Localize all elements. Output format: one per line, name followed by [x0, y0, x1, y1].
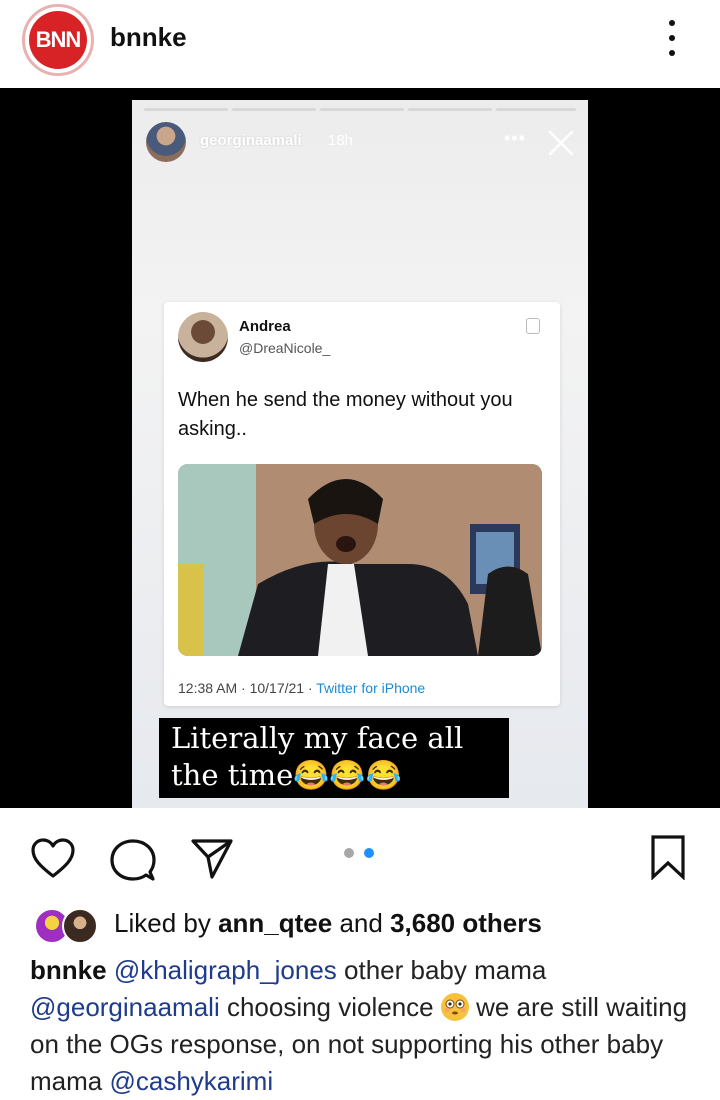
flushed-face-emoji	[440, 993, 469, 1021]
caption-text: choosing violence	[219, 992, 441, 1022]
story-avatar	[146, 122, 186, 162]
tweet-timestamp: 12:38 AM · 10/17/21 ·	[178, 680, 317, 696]
tweet-card: Andrea @DreaNicole_ When he send the mon…	[164, 302, 560, 706]
tweet-author-name: Andrea	[239, 318, 291, 335]
tweet-text: When he send the money without you askin…	[178, 389, 513, 440]
profile-avatar[interactable]: BNN	[22, 4, 94, 76]
story-screenshot: georginaamali 18h ••• Andrea @DreaNicole…	[132, 100, 588, 808]
tweet-image	[178, 464, 542, 656]
mention-link[interactable]: @georginaamali	[30, 992, 220, 1022]
copy-icon	[526, 318, 540, 334]
post-media[interactable]: georginaamali 18h ••• Andrea @DreaNicole…	[0, 88, 720, 808]
tweet-avatar	[178, 312, 228, 362]
story-more-icon: •••	[504, 128, 526, 148]
tweet-source: Twitter for iPhone	[316, 680, 426, 696]
likes-middle: and	[332, 908, 391, 938]
likes-text[interactable]: Liked by ann_qtee and 3,680 others	[114, 908, 542, 939]
story-username: georginaamali	[200, 132, 302, 149]
action-bar	[0, 808, 720, 900]
story-time: 18h	[328, 132, 354, 149]
carousel-indicator	[344, 848, 378, 860]
post-username[interactable]: bnnke	[110, 22, 187, 53]
caption-username[interactable]: bnnke	[30, 955, 107, 985]
story-progress-bars	[144, 108, 576, 111]
liker-avatar	[62, 908, 98, 944]
close-icon	[548, 130, 574, 156]
comment-icon[interactable]	[110, 838, 156, 882]
post-caption: bnnke @khaligraph_jones other baby mama …	[30, 952, 700, 1100]
tweet-author-handle: @DreaNicole_	[239, 340, 331, 356]
likes-row[interactable]: Liked by ann_qtee and 3,680 others	[0, 900, 720, 948]
post-header: BNN bnnke	[0, 0, 720, 88]
caption-text: other baby mama	[336, 955, 547, 985]
likes-prefix: Liked by	[114, 908, 219, 938]
likes-count[interactable]: 3,680 others	[390, 908, 542, 938]
carousel-dot	[344, 848, 354, 858]
share-icon[interactable]	[190, 838, 234, 880]
liker-username[interactable]: ann_qtee	[218, 908, 332, 938]
tweet-meta: 12:38 AM · 10/17/21 · Twitter for iPhone	[178, 680, 425, 696]
mention-link[interactable]: @khaligraph_jones	[114, 955, 337, 985]
bookmark-icon[interactable]	[650, 834, 686, 880]
more-vert-icon[interactable]	[662, 18, 682, 58]
mention-link[interactable]: @cashykarimi	[109, 1066, 273, 1096]
heart-icon[interactable]	[30, 838, 76, 880]
carousel-dot-active	[364, 848, 374, 858]
story-caption: Literally my face all the time😂😂😂	[159, 718, 509, 798]
bnn-logo: BNN	[29, 11, 87, 69]
